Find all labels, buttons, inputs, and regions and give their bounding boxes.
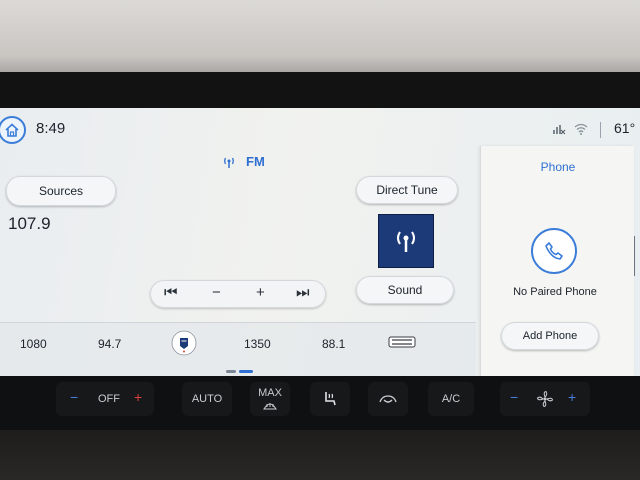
tune-up-button[interactable]: +	[256, 284, 265, 301]
fan-control: − +	[500, 382, 590, 416]
source-indicator: FM	[222, 154, 265, 169]
fan-icon	[536, 390, 554, 408]
seek-back-button[interactable]: ⏮	[164, 284, 178, 301]
presets-strip: 1080 94.7 1350 88.1	[0, 322, 476, 376]
status-bar: 8:49 61°	[0, 108, 640, 148]
auto-label: AUTO	[191, 393, 223, 405]
fan-down-button[interactable]: −	[510, 389, 518, 405]
radio-tower-icon	[397, 231, 415, 252]
recirculation-button[interactable]	[368, 382, 408, 416]
phone-panel: Phone No Paired Phone Add Phone	[480, 146, 634, 376]
direct-tune-label: Direct Tune	[376, 183, 438, 197]
add-phone-button[interactable]: Add Phone	[501, 322, 599, 350]
status-icons	[552, 122, 588, 136]
wifi-icon	[574, 123, 588, 135]
phone-title[interactable]: Phone	[481, 160, 635, 174]
clock: 8:49	[36, 120, 66, 137]
temp-up-button[interactable]: +	[134, 389, 142, 405]
status-divider	[600, 122, 601, 138]
preset-4[interactable]: 1350	[244, 337, 271, 351]
phone-button[interactable]	[531, 228, 577, 274]
seek-forward-button[interactable]: ⏭	[296, 284, 310, 301]
station-logo-icon	[388, 336, 416, 348]
direct-tune-button[interactable]: Direct Tune	[356, 176, 458, 204]
defrost-icon	[263, 403, 277, 410]
temp-down-button[interactable]: −	[70, 389, 78, 405]
ac-label: A/C	[441, 393, 461, 405]
dashboard-lower	[0, 430, 640, 480]
page-indicator	[226, 370, 253, 373]
preset-3-logo[interactable]	[170, 329, 198, 357]
temperature-control: − OFF +	[56, 382, 154, 416]
page-dot	[226, 370, 236, 373]
station-art	[378, 214, 434, 268]
add-phone-label: Add Phone	[522, 330, 578, 342]
climate-bar: − OFF + AUTO MAX A/C − +	[0, 376, 640, 430]
infotainment-screen: 8:49 61° FM Sources 107.9 Direct Tune ⏮ …	[0, 108, 640, 376]
outside-temperature: 61°	[614, 120, 636, 136]
current-frequency: 107.9	[8, 214, 51, 233]
preset-2[interactable]: 94.7	[98, 337, 121, 351]
tune-down-button[interactable]: −	[212, 284, 221, 301]
fan-up-button[interactable]: +	[568, 389, 576, 405]
home-icon	[5, 123, 19, 137]
auto-climate-button[interactable]: AUTO	[182, 382, 232, 416]
sources-button[interactable]: Sources	[6, 176, 116, 206]
preset-1[interactable]: 1080	[20, 337, 47, 351]
max-defrost-button[interactable]: MAX	[250, 382, 290, 416]
no-signal-icon	[553, 125, 566, 135]
max-label: MAX	[258, 387, 282, 399]
dashboard-bezel	[0, 0, 640, 80]
nfl-radio-logo-icon	[171, 330, 197, 356]
page-dot-active	[239, 370, 253, 373]
preset-6-logo[interactable]	[388, 335, 416, 349]
edge-handle[interactable]	[634, 236, 637, 276]
heated-seat-icon	[325, 392, 336, 406]
phone-icon	[545, 242, 563, 260]
temp-value: OFF	[98, 393, 120, 405]
screen-rim	[0, 72, 640, 112]
sources-label: Sources	[38, 184, 84, 198]
preset-5[interactable]: 88.1	[322, 337, 345, 351]
sound-button[interactable]: Sound	[356, 276, 454, 304]
ac-button[interactable]: A/C	[428, 382, 474, 416]
band-label: FM	[246, 154, 265, 169]
sound-label: Sound	[387, 283, 423, 297]
radio-signal-icon	[224, 157, 234, 168]
heated-seat-button[interactable]	[310, 382, 350, 416]
tuner-controls: ⏮ − + ⏭	[150, 280, 326, 308]
phone-status: No Paired Phone	[513, 286, 597, 298]
recirculation-icon	[379, 395, 397, 403]
home-button[interactable]	[0, 116, 26, 144]
